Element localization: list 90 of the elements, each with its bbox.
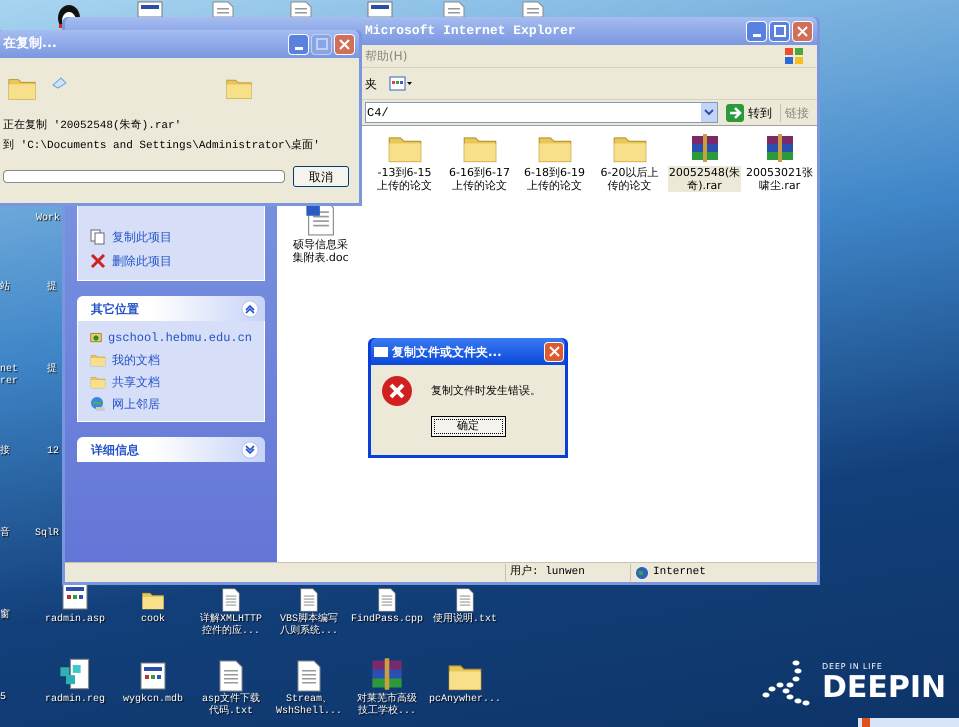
file-item[interactable]: 6-20以后上 传的论文 — [592, 132, 667, 192]
desktop-icon-label: wygkcn.mdb — [122, 694, 183, 706]
desktop-icon-label: 站 — [0, 282, 10, 294]
desktop-icon-label: 提 — [47, 364, 57, 376]
place-link[interactable]: gschool.hebmu.edu.cn — [108, 329, 252, 347]
text-file-icon — [443, 1, 465, 17]
go-button[interactable]: 转到 — [722, 102, 776, 123]
collapse-icon[interactable] — [241, 300, 259, 318]
desktop-icon-label: 5 — [0, 692, 6, 704]
desktop-icon-label: 使用说明.txt — [432, 614, 497, 626]
close-button[interactable] — [544, 342, 564, 362]
text-file-icon — [295, 660, 323, 692]
status-user: 用户: lunwen — [505, 564, 630, 581]
panel-header[interactable]: 其它位置 — [77, 296, 265, 321]
dialog-title: 复制文件或文件夹... — [392, 344, 503, 360]
copy-destination-text: 到 'C:\Documents and Settings\Administrator\桌面' — [3, 138, 321, 154]
documents-icon — [90, 352, 106, 368]
address-field[interactable]: C4/ — [365, 102, 718, 123]
file-name: 20052548(朱 奇).rar — [668, 166, 742, 192]
desktop-icon-label: 对莱芜市高级 技工学校... — [357, 694, 417, 718]
toolbar-button[interactable]: 夹 — [365, 74, 377, 92]
error-icon — [381, 375, 413, 407]
text-file-icon — [217, 660, 245, 692]
desktop-icon-label: VBS脚本编写 八则系统... — [280, 614, 338, 638]
desktop-icon-label: 接 — [0, 446, 10, 458]
arrow-right-icon — [726, 104, 744, 122]
cancel-button[interactable]: 取消 — [293, 166, 349, 187]
desktop-icon-label: FindPass.cpp — [350, 614, 423, 626]
file-name: 6-20以后上 传的论文 — [600, 166, 660, 192]
file-name: 硕导信息采 集附表.doc — [291, 238, 350, 264]
delete-icon — [90, 253, 106, 269]
desktop-icon-label: pcAnywher... — [428, 694, 501, 706]
file-name: 6-18到6-19 上传的论文 — [523, 166, 586, 192]
globe-icon — [635, 566, 649, 580]
desktop-icon-label: Work — [36, 213, 60, 225]
desktop-icon-label: Stream、 WshShell... — [276, 694, 342, 718]
status-zone: Internet — [653, 565, 706, 580]
close-icon — [797, 26, 808, 36]
copy-icon — [90, 229, 106, 245]
task-link[interactable]: 删除此项目 — [112, 252, 172, 270]
file-name: 6-16到6-17 上传的论文 — [448, 166, 511, 192]
views-icon[interactable] — [389, 76, 413, 92]
minimize-button[interactable] — [746, 20, 767, 42]
folder-icon — [90, 374, 106, 390]
file-item[interactable]: 6-18到6-19 上传的论文 — [517, 132, 592, 192]
file-item[interactable]: 6-16到6-17 上传的论文 — [442, 132, 517, 192]
file-item[interactable]: -13到6-15 上传的论文 — [367, 132, 442, 192]
paper-icon — [51, 77, 67, 89]
desktop-icon-label: 12 — [47, 446, 60, 458]
desktop-icon-label: 详解XMLHTTP 控件的应... — [200, 614, 262, 638]
window-title: Microsoft Internet Explorer — [365, 22, 577, 40]
close-icon — [339, 38, 350, 50]
window-icon — [374, 346, 388, 356]
ok-button[interactable]: 确定 — [430, 416, 506, 437]
text-file-icon — [522, 1, 544, 17]
minimize-button[interactable] — [288, 34, 309, 54]
copy-source-text: 正在复制 '20052548(朱奇).rar' — [3, 118, 182, 134]
place-link[interactable]: 我的文档 — [112, 351, 160, 369]
application-icon — [137, 1, 163, 17]
close-button[interactable] — [334, 34, 355, 54]
logo-tagline: DEEP IN LIFE — [822, 661, 884, 673]
logo-wordmark: DEEPIN — [822, 673, 946, 703]
desktop-icon-label: cook — [140, 614, 165, 626]
close-icon — [548, 346, 560, 357]
desktop-icon-label: radmin.reg — [44, 694, 105, 706]
network-icon — [90, 396, 106, 412]
close-button[interactable] — [792, 20, 813, 42]
panel-header[interactable]: 详细信息 — [77, 437, 265, 462]
expand-icon[interactable] — [241, 440, 259, 458]
file-item[interactable]: 20053021张 啸尘.rar — [742, 132, 817, 192]
text-file-icon — [290, 1, 312, 17]
file-item[interactable]: 20052548(朱 奇).rar — [667, 132, 742, 192]
input-method-icon — [862, 718, 870, 727]
windows-logo-icon — [783, 46, 805, 66]
desktop-icon-label: SqlR — [35, 528, 60, 540]
desktop-icon-label: radmin.asp — [44, 614, 105, 626]
desktop-icon-label: 音 — [0, 528, 10, 540]
text-file-icon — [212, 1, 234, 17]
file-name: -13到6-15 上传的论文 — [376, 166, 433, 192]
file-name: 20053021张 啸尘.rar — [745, 166, 814, 192]
desktop-icon-label: 提 — [47, 282, 57, 294]
dialog-title: 在复制... — [3, 35, 58, 54]
place-link[interactable]: 共享文档 — [112, 373, 160, 391]
desktop-icon-label: net rer — [0, 364, 18, 388]
error-message: 复制文件时发生错误。 — [431, 382, 541, 399]
place-link[interactable]: 网上邻居 — [112, 395, 160, 413]
desktop-icon-label: asp文件下载 代码.txt — [202, 694, 260, 718]
desktop-icon-label: 窗 — [0, 610, 10, 622]
task-link[interactable]: 复制此项目 — [112, 228, 172, 246]
application-icon — [367, 1, 393, 17]
